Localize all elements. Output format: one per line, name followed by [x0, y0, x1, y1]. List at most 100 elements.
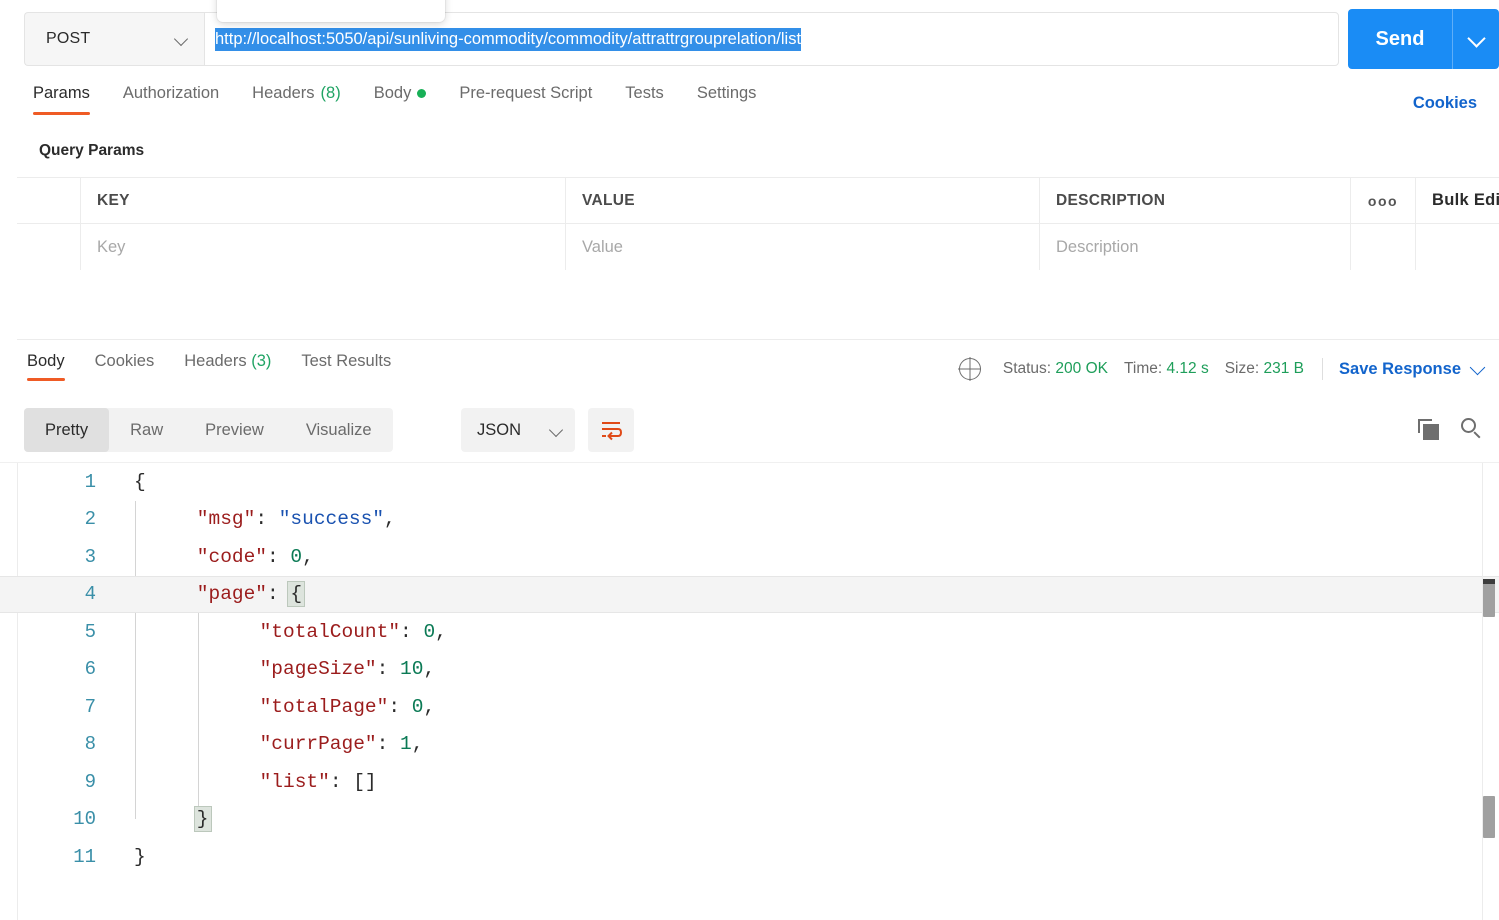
- postman-request-response-pane: POST http://localhost:5050/api/sunliving…: [0, 0, 1499, 920]
- tab-tests[interactable]: Tests: [625, 84, 664, 115]
- tab-pre-request-script[interactable]: Pre-request Script: [459, 84, 592, 115]
- response-format-select[interactable]: JSON: [461, 408, 575, 452]
- response-status-bar: Status: 200 OK Time: 4.12 s Size: 231 B …: [958, 358, 1485, 380]
- response-format-label: JSON: [477, 420, 522, 439]
- response-tab-headers[interactable]: Headers (3): [184, 352, 271, 381]
- code-token: []: [353, 770, 377, 793]
- code-line-text: {: [106, 471, 146, 493]
- code-token: 0: [423, 620, 436, 643]
- code-token: "list": [259, 770, 330, 793]
- code-scrollbar-thumb[interactable]: [1483, 579, 1495, 617]
- code-token: :: [376, 733, 401, 756]
- code-scrollbar-thumb-secondary[interactable]: [1483, 796, 1495, 838]
- row-value-input[interactable]: Value: [566, 224, 1040, 270]
- response-body-code-viewer[interactable]: 1{2 "msg": "success", 3 "code": 0, 4 "page": …: [0, 462, 1499, 920]
- code-token: {: [287, 581, 306, 608]
- table-header-row: KEY VALUE DESCRIPTION ooo Bulk Edit: [17, 178, 1499, 224]
- view-mode-pretty[interactable]: Pretty: [24, 408, 110, 452]
- code-token: "success": [278, 508, 385, 531]
- send-button-label: Send: [1375, 27, 1425, 50]
- save-response-button[interactable]: Save Response: [1339, 360, 1461, 379]
- tab-tests-label: Tests: [625, 84, 664, 102]
- time-label: Time:: [1123, 360, 1163, 377]
- body-present-dot-icon: [417, 89, 427, 98]
- code-token: :: [267, 583, 291, 606]
- code-token: }: [193, 806, 212, 833]
- response-tab-test-results[interactable]: Test Results: [301, 352, 391, 381]
- code-line-text: "totalPage": 0,: [106, 695, 436, 718]
- request-pane-spacer: [17, 270, 1499, 340]
- tab-body[interactable]: Body: [374, 84, 427, 115]
- globe-icon: [958, 358, 981, 380]
- tab-pre-request-script-label: Pre-request Script: [459, 84, 593, 102]
- view-mode-raw-label: Raw: [130, 420, 164, 439]
- code-token: "pageSize": [259, 658, 377, 681]
- tab-params[interactable]: Params: [33, 84, 90, 115]
- status-label: Status:: [1002, 360, 1052, 377]
- code-token: "currPage": [259, 733, 377, 756]
- code-line-text: "page": {: [106, 581, 306, 608]
- code-line: 2 "msg": "success",: [0, 501, 1499, 539]
- line-number: 5: [84, 620, 96, 643]
- view-mode-raw[interactable]: Raw: [109, 408, 184, 452]
- code-line: 4 "page": {: [0, 575, 1499, 613]
- search-icon[interactable]: [1461, 418, 1483, 440]
- send-options-button[interactable]: [1453, 32, 1499, 47]
- code-token: 0: [290, 545, 303, 568]
- code-token: :: [388, 695, 412, 718]
- code-line: 9 "list": []: [0, 763, 1499, 801]
- code-token: :: [255, 508, 279, 531]
- row-options-cell: [1351, 224, 1416, 270]
- code-line: 7 "totalPage": 0,: [0, 688, 1499, 726]
- table-row[interactable]: Key Value Description: [17, 224, 1499, 270]
- tab-settings[interactable]: Settings: [697, 84, 757, 115]
- row-key-input[interactable]: Key: [81, 224, 566, 270]
- response-tab-body[interactable]: Body: [27, 352, 65, 381]
- code-token: "totalCount": [259, 620, 401, 643]
- header-value: VALUE: [566, 178, 1040, 223]
- line-number: 2: [84, 508, 96, 531]
- code-scrollbar-track[interactable]: [1482, 463, 1483, 920]
- viewer-action-icons: [1418, 418, 1483, 440]
- bulk-edit-button[interactable]: Bulk Edit: [1416, 178, 1499, 223]
- code-line-text: "currPage": 1,: [106, 733, 424, 756]
- line-number: 10: [73, 808, 96, 831]
- status-badge: Status: 200 OK: [1003, 360, 1108, 378]
- response-tab-cookies[interactable]: Cookies: [95, 352, 155, 381]
- line-number: 3: [84, 545, 96, 568]
- cookies-link[interactable]: Cookies: [1413, 94, 1477, 113]
- word-wrap-button[interactable]: [588, 408, 634, 452]
- response-viewer-toolbar: Pretty Raw Preview Visualize JSON: [0, 408, 1499, 456]
- tab-authorization[interactable]: Authorization: [123, 84, 219, 115]
- code-token: ,: [435, 620, 447, 643]
- response-tab-test-results-label: Test Results: [301, 352, 392, 370]
- query-params-table: KEY VALUE DESCRIPTION ooo Bulk Edit Key …: [17, 177, 1499, 271]
- http-method-select[interactable]: POST: [24, 12, 204, 66]
- copy-icon[interactable]: [1418, 418, 1439, 440]
- view-mode-preview-label: Preview: [205, 420, 264, 439]
- row-checkbox-cell[interactable]: [17, 224, 81, 270]
- send-button[interactable]: Send: [1348, 9, 1499, 69]
- tab-headers-count: (8): [320, 84, 341, 102]
- code-token: :: [400, 620, 424, 643]
- code-line: 5 "totalCount": 0,: [0, 613, 1499, 651]
- chevron-down-icon[interactable]: [1471, 362, 1485, 376]
- code-token: :: [329, 770, 354, 793]
- status-value: 200 OK: [1055, 360, 1108, 377]
- table-options-button[interactable]: ooo: [1351, 178, 1416, 223]
- view-mode-visualize[interactable]: Visualize: [285, 408, 393, 452]
- code-token: ,: [423, 695, 436, 718]
- view-mode-preview[interactable]: Preview: [184, 408, 285, 452]
- response-tab-headers-count: (3): [251, 352, 272, 370]
- chevron-down-icon: [550, 424, 563, 437]
- response-tab-headers-label: Headers: [184, 352, 247, 370]
- line-number: 8: [84, 733, 96, 756]
- line-number: 4: [84, 583, 96, 606]
- url-autocomplete-popup[interactable]: [217, 0, 445, 22]
- code-token: 0: [411, 695, 424, 718]
- row-description-input[interactable]: Description: [1040, 224, 1351, 270]
- code-line-text: }: [106, 846, 146, 868]
- size-badge: Size: 231 B: [1225, 360, 1304, 378]
- size-label: Size:: [1224, 360, 1260, 377]
- tab-headers[interactable]: Headers (8): [252, 84, 341, 115]
